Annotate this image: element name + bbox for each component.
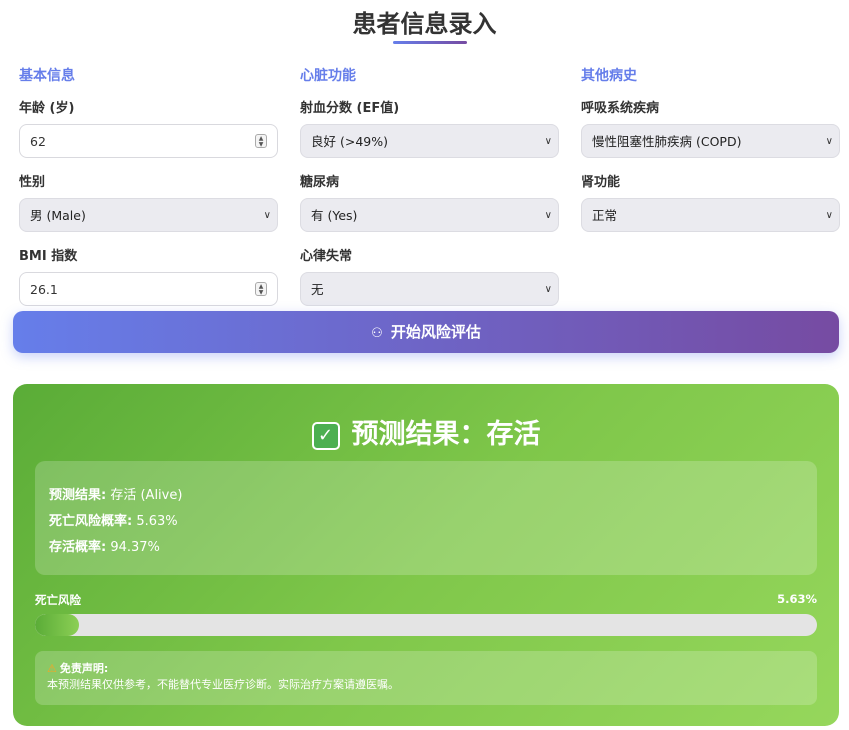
diabetes-label: 糖尿病 [300,175,340,190]
spinner-icon[interactable]: ▲ ▼ [255,282,267,296]
title-underline [393,41,467,44]
risk-bar-label: 死亡风险 [35,593,81,607]
result-title: ✓ 预测结果：存活 [13,412,839,451]
prediction-label: 预测结果: [49,488,107,503]
page-title: 患者信息录入 [352,10,497,38]
ef-select[interactable]: 良好 (>49%) ∨ [300,124,559,158]
disclaimer-text: 本预测结果仅供参考，不能替代专业医疗诊断。实际治疗方案请遵医嘱。 [47,678,399,691]
kidney-select[interactable]: 正常 ∨ [581,198,840,232]
result-title-text: 预测结果：存活 [351,419,541,450]
age-label: 年龄 (岁) [19,101,75,116]
basic-info-section: 基本信息 年龄 (岁) 62 ▲ ▼ 性别 男 (Male) ∨ BMI 指数 2… [19,66,279,322]
risk-progress-fill [35,614,80,636]
resp-field-group: 呼吸系统疾病 慢性阻塞性肺疾病 (COPD) ∨ [581,100,841,158]
resp-select[interactable]: 慢性阻塞性肺疾病 (COPD) ∨ [581,124,840,158]
result-details-panel: 预测结果: 存活 (Alive) 死亡风险概率: 5.63% 存活概率: 94.… [35,461,817,575]
kidney-value: 正常 [592,208,618,223]
arrhythmia-field-group: 心律失常 无 ∨ [300,248,560,306]
sex-field-group: 性别 男 (Male) ∨ [19,174,279,232]
arrhythmia-value: 无 [311,282,324,297]
sex-value: 男 (Male) [30,208,86,223]
disclaimer-heading: ⚠ 免责声明: [47,661,805,677]
diabetes-select[interactable]: 有 (Yes) ∨ [300,198,559,232]
survival-prob-label: 存活概率: [49,540,107,555]
diabetes-value: 有 (Yes) [311,208,358,223]
kidney-field-group: 肾功能 正常 ∨ [581,174,841,232]
survival-prob-value: 94.37% [110,540,160,555]
cardiac-section: 心脏功能 射血分数 (EF值) 良好 (>49%) ∨ 糖尿病 有 (Yes) … [300,66,560,322]
chevron-down-icon: ∨ [544,136,552,147]
disclaimer-title: 免责声明: [59,662,109,675]
chevron-down-icon: ∨ [544,284,552,295]
death-prob-value: 5.63% [136,514,178,529]
kidney-label: 肾功能 [581,175,621,190]
spinner-icon[interactable]: ▲ ▼ [255,134,267,148]
bmi-input[interactable]: 26.1 ▲ ▼ [19,272,278,306]
disclaimer-box: ⚠ 免责声明: 本预测结果仅供参考，不能替代专业医疗诊断。实际治疗方案请遵医嘱。 [35,651,817,705]
start-assessment-button[interactable]: ⚇ 开始风险评估 [13,311,839,353]
resp-value: 慢性阻塞性肺疾病 (COPD) [592,134,742,149]
chevron-down-icon: ∨ [825,210,833,221]
sex-label: 性别 [19,175,46,190]
chevron-down-icon: ∨ [825,136,833,147]
age-value: 62 [30,134,46,149]
ef-field-group: 射血分数 (EF值) 良好 (>49%) ∨ [300,100,560,158]
bmi-field-group: BMI 指数 26.1 ▲ ▼ [19,248,279,306]
result-card: ✓ 预测结果：存活 预测结果: 存活 (Alive) 死亡风险概率: 5.63% … [13,384,839,726]
robot-icon: ⚇ [371,326,383,341]
survival-prob-row: 存活概率: 94.37% [49,535,803,561]
risk-progress-bar [35,614,817,636]
sex-select[interactable]: 男 (Male) ∨ [19,198,278,232]
risk-bar-value: 5.63% [777,592,817,606]
section-heading-basic: 基本信息 [19,68,75,84]
prediction-row: 预测结果: 存活 (Alive) [49,483,803,509]
start-assessment-label: 开始风险评估 [390,323,481,341]
bmi-label: BMI 指数 [19,249,78,264]
ef-value: 良好 (>49%) [311,134,388,149]
chevron-down-icon: ∨ [263,210,271,221]
other-history-section: 其他病史 呼吸系统疾病 慢性阻塞性肺疾病 (COPD) ∨ 肾功能 正常 ∨ [581,66,841,248]
section-heading-other: 其他病史 [581,68,637,84]
resp-label: 呼吸系统疾病 [581,101,660,116]
arrhythmia-select[interactable]: 无 ∨ [300,272,559,306]
diabetes-field-group: 糖尿病 有 (Yes) ∨ [300,174,560,232]
death-prob-label: 死亡风险概率: [49,514,133,529]
death-prob-row: 死亡风险概率: 5.63% [49,509,803,535]
age-input[interactable]: 62 ▲ ▼ [19,124,278,158]
check-icon: ✓ [311,422,340,450]
ef-label: 射血分数 (EF值) [300,101,400,116]
warning-icon: ⚠ [47,662,57,675]
arrhythmia-label: 心律失常 [300,249,353,264]
prediction-value: 存活 (Alive) [110,488,183,503]
bmi-value: 26.1 [30,282,58,297]
section-heading-cardiac: 心脏功能 [300,68,356,84]
chevron-down-icon: ∨ [544,210,552,221]
age-field-group: 年龄 (岁) 62 ▲ ▼ [19,100,279,158]
